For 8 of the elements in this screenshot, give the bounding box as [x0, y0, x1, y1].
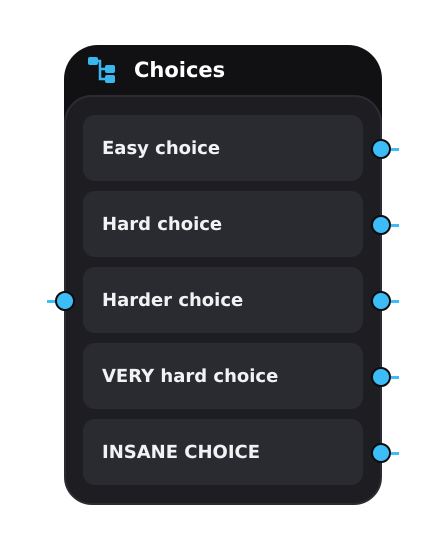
output-port[interactable] — [371, 215, 399, 235]
output-port[interactable] — [371, 443, 399, 463]
output-port[interactable] — [371, 367, 399, 387]
output-port[interactable] — [371, 139, 399, 159]
output-port[interactable] — [371, 291, 399, 311]
tree-icon — [88, 57, 116, 83]
node-title: Choices — [134, 58, 226, 82]
input-port[interactable] — [47, 291, 75, 311]
